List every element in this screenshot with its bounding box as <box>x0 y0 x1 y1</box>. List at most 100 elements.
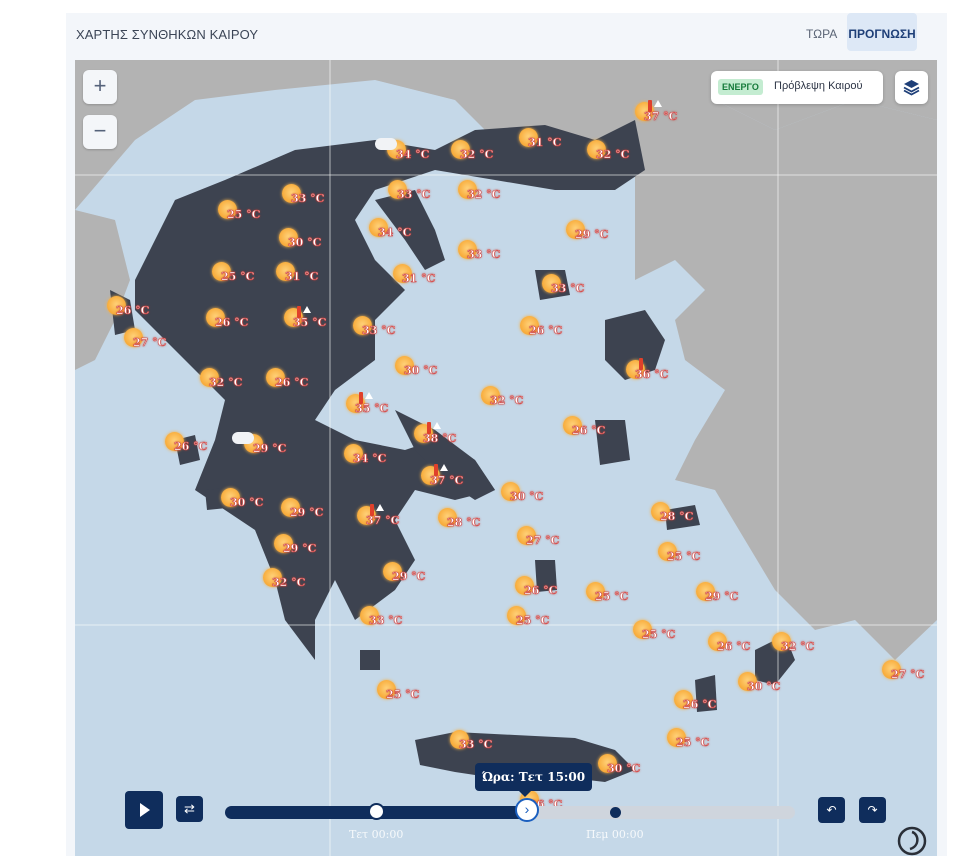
temperature-label: 32 °C <box>272 576 306 590</box>
layers-button[interactable] <box>895 71 928 104</box>
warning-icon <box>303 306 311 313</box>
temperature-label: 31 °C <box>402 272 436 286</box>
timeline-slider[interactable]: › <box>225 798 795 822</box>
temperature-label: 37 °C <box>644 110 678 124</box>
temperature-label: 35 °C <box>355 402 389 416</box>
temperature-label: 35 °C <box>293 316 327 330</box>
temperature-label: 30 °C <box>288 236 322 250</box>
temperature-label: 37 °C <box>366 514 400 528</box>
temperature-label: 26 °C <box>524 584 558 598</box>
loop-button[interactable]: ⇄ <box>176 796 203 822</box>
temperature-label: 27 °C <box>891 668 925 682</box>
cloud-icon <box>232 432 254 444</box>
land-albania <box>75 210 130 370</box>
temperature-label: 33 °C <box>369 614 403 628</box>
temperature-label: 34 °C <box>378 226 412 240</box>
next-button[interactable]: ↷ <box>859 797 886 823</box>
layers-icon <box>903 80 920 96</box>
day-marker-knob[interactable] <box>368 803 385 820</box>
temperature-label: 27 °C <box>133 336 167 350</box>
temperature-label: 32 °C <box>490 394 524 408</box>
temperature-label: 30 °C <box>404 364 438 378</box>
temperature-label: 25 °C <box>227 208 261 222</box>
temperature-label: 26 °C <box>717 640 751 654</box>
temperature-label: 32 °C <box>596 148 630 162</box>
loop-icon: ⇄ <box>184 801 195 816</box>
temperature-label: 28 °C <box>660 510 694 524</box>
temperature-label: 25 °C <box>595 590 629 604</box>
temperature-label: 28 °C <box>447 516 481 530</box>
current-time-knob[interactable]: › <box>515 798 539 822</box>
temperature-label: 26 °C <box>116 304 150 318</box>
temperature-label: 25 °C <box>676 736 710 750</box>
warning-icon <box>433 422 441 429</box>
temperature-label: 26 °C <box>683 698 717 712</box>
warning-icon <box>440 464 448 471</box>
next-day-dot[interactable] <box>610 807 621 818</box>
active-layer-badge[interactable]: ΕΝΕΡΓΟ Πρόβλεψη Καιρού <box>711 71 883 104</box>
temperature-label: 26 °C <box>275 376 309 390</box>
temperature-label: 25 °C <box>221 270 255 284</box>
temperature-label: 34 °C <box>353 452 387 466</box>
temperature-label: 29 °C <box>392 570 426 584</box>
redo-arrow-icon: ↷ <box>867 803 878 817</box>
temperature-label: 29 °C <box>290 506 324 520</box>
temperature-label: 33 °C <box>362 324 396 338</box>
temperature-label: 29 °C <box>575 228 609 242</box>
previous-button[interactable]: ↶ <box>818 797 845 823</box>
temperature-label: 30 °C <box>747 680 781 694</box>
temperature-label: 32 °C <box>467 188 501 202</box>
temperature-label: 26 °C <box>572 424 606 438</box>
temperature-label: 30 °C <box>510 490 544 504</box>
undo-arrow-icon: ↶ <box>826 803 837 817</box>
temperature-label: 29 °C <box>283 542 317 556</box>
temperature-label: 25 °C <box>667 550 701 564</box>
temperature-label: 30 °C <box>230 496 264 510</box>
card-header: ΧΑΡΤΗΣ ΣΥΝΘΗΚΩΝ ΚΑΙΡΟΥ ΤΩΡΑ ΠΡΟΓΝΩΣΗ <box>66 13 947 57</box>
temperature-label: 29 °C <box>705 590 739 604</box>
tab-forecast[interactable]: ΠΡΟΓΝΩΣΗ <box>847 13 917 51</box>
map-basemap <box>75 60 937 856</box>
page-title: ΧΑΡΤΗΣ ΣΥΝΘΗΚΩΝ ΚΑΙΡΟΥ <box>76 27 259 42</box>
temperature-label: 26 °C <box>529 324 563 338</box>
temperature-label: 37 °C <box>430 474 464 488</box>
temperature-label: 38 °C <box>423 432 457 446</box>
cloud-icon <box>375 138 397 150</box>
play-icon <box>140 803 150 817</box>
day-label-wed: Τετ 00:00 <box>349 828 404 841</box>
temperature-label: 34 °C <box>396 148 430 162</box>
brand-logo-icon <box>897 826 927 856</box>
temperature-label: 33 °C <box>291 192 325 206</box>
temperature-label: 33 °C <box>397 188 431 202</box>
temperature-label: 31 °C <box>528 136 562 150</box>
temperature-label: 26 °C <box>174 440 208 454</box>
time-tooltip: Ώρα: Τετ 15:00 <box>475 763 593 797</box>
temperature-label: 25 °C <box>516 614 550 628</box>
temperature-label: 27 °C <box>526 534 560 548</box>
temperature-label: 32 °C <box>460 148 494 162</box>
weather-map-card: ΧΑΡΤΗΣ ΣΥΝΘΗΚΩΝ ΚΑΙΡΟΥ ΤΩΡΑ ΠΡΟΓΝΩΣΗ + −… <box>66 13 947 856</box>
zoom-in-button[interactable]: + <box>83 70 117 104</box>
temperature-label: 31 °C <box>285 270 319 284</box>
timeline-player: ⇄ Ώρα: Τετ 15:00 › Τετ 00:00 Πεμ 00:00 ↶… <box>75 760 937 856</box>
land-kythira <box>360 650 380 670</box>
tab-now[interactable]: ΤΩΡΑ <box>797 13 846 51</box>
layer-name: Πρόβλεψη Καιρού <box>774 80 863 92</box>
temperature-label: 36 °C <box>635 368 669 382</box>
active-status-chip: ΕΝΕΡΓΟ <box>718 79 763 95</box>
temperature-label: 32 °C <box>781 640 815 654</box>
temperature-label: 29 °C <box>253 442 287 456</box>
weather-map[interactable]: + − ΕΝΕΡΓΟ Πρόβλεψη Καιρού 37 °C 34 °C 32 … <box>75 60 937 856</box>
temperature-label: 33 °C <box>551 282 585 296</box>
temperature-label: 25 °C <box>386 688 420 702</box>
temperature-label: 26 °C <box>215 316 249 330</box>
warning-icon <box>365 392 373 399</box>
temperature-label: 25 °C <box>642 628 676 642</box>
warning-icon <box>654 100 662 107</box>
zoom-out-button[interactable]: − <box>83 115 117 149</box>
temperature-label: 33 °C <box>467 248 501 262</box>
temperature-label: 33 °C <box>459 738 493 752</box>
warning-icon <box>376 504 384 511</box>
temperature-label: 32 °C <box>209 376 243 390</box>
play-button[interactable] <box>125 791 163 829</box>
